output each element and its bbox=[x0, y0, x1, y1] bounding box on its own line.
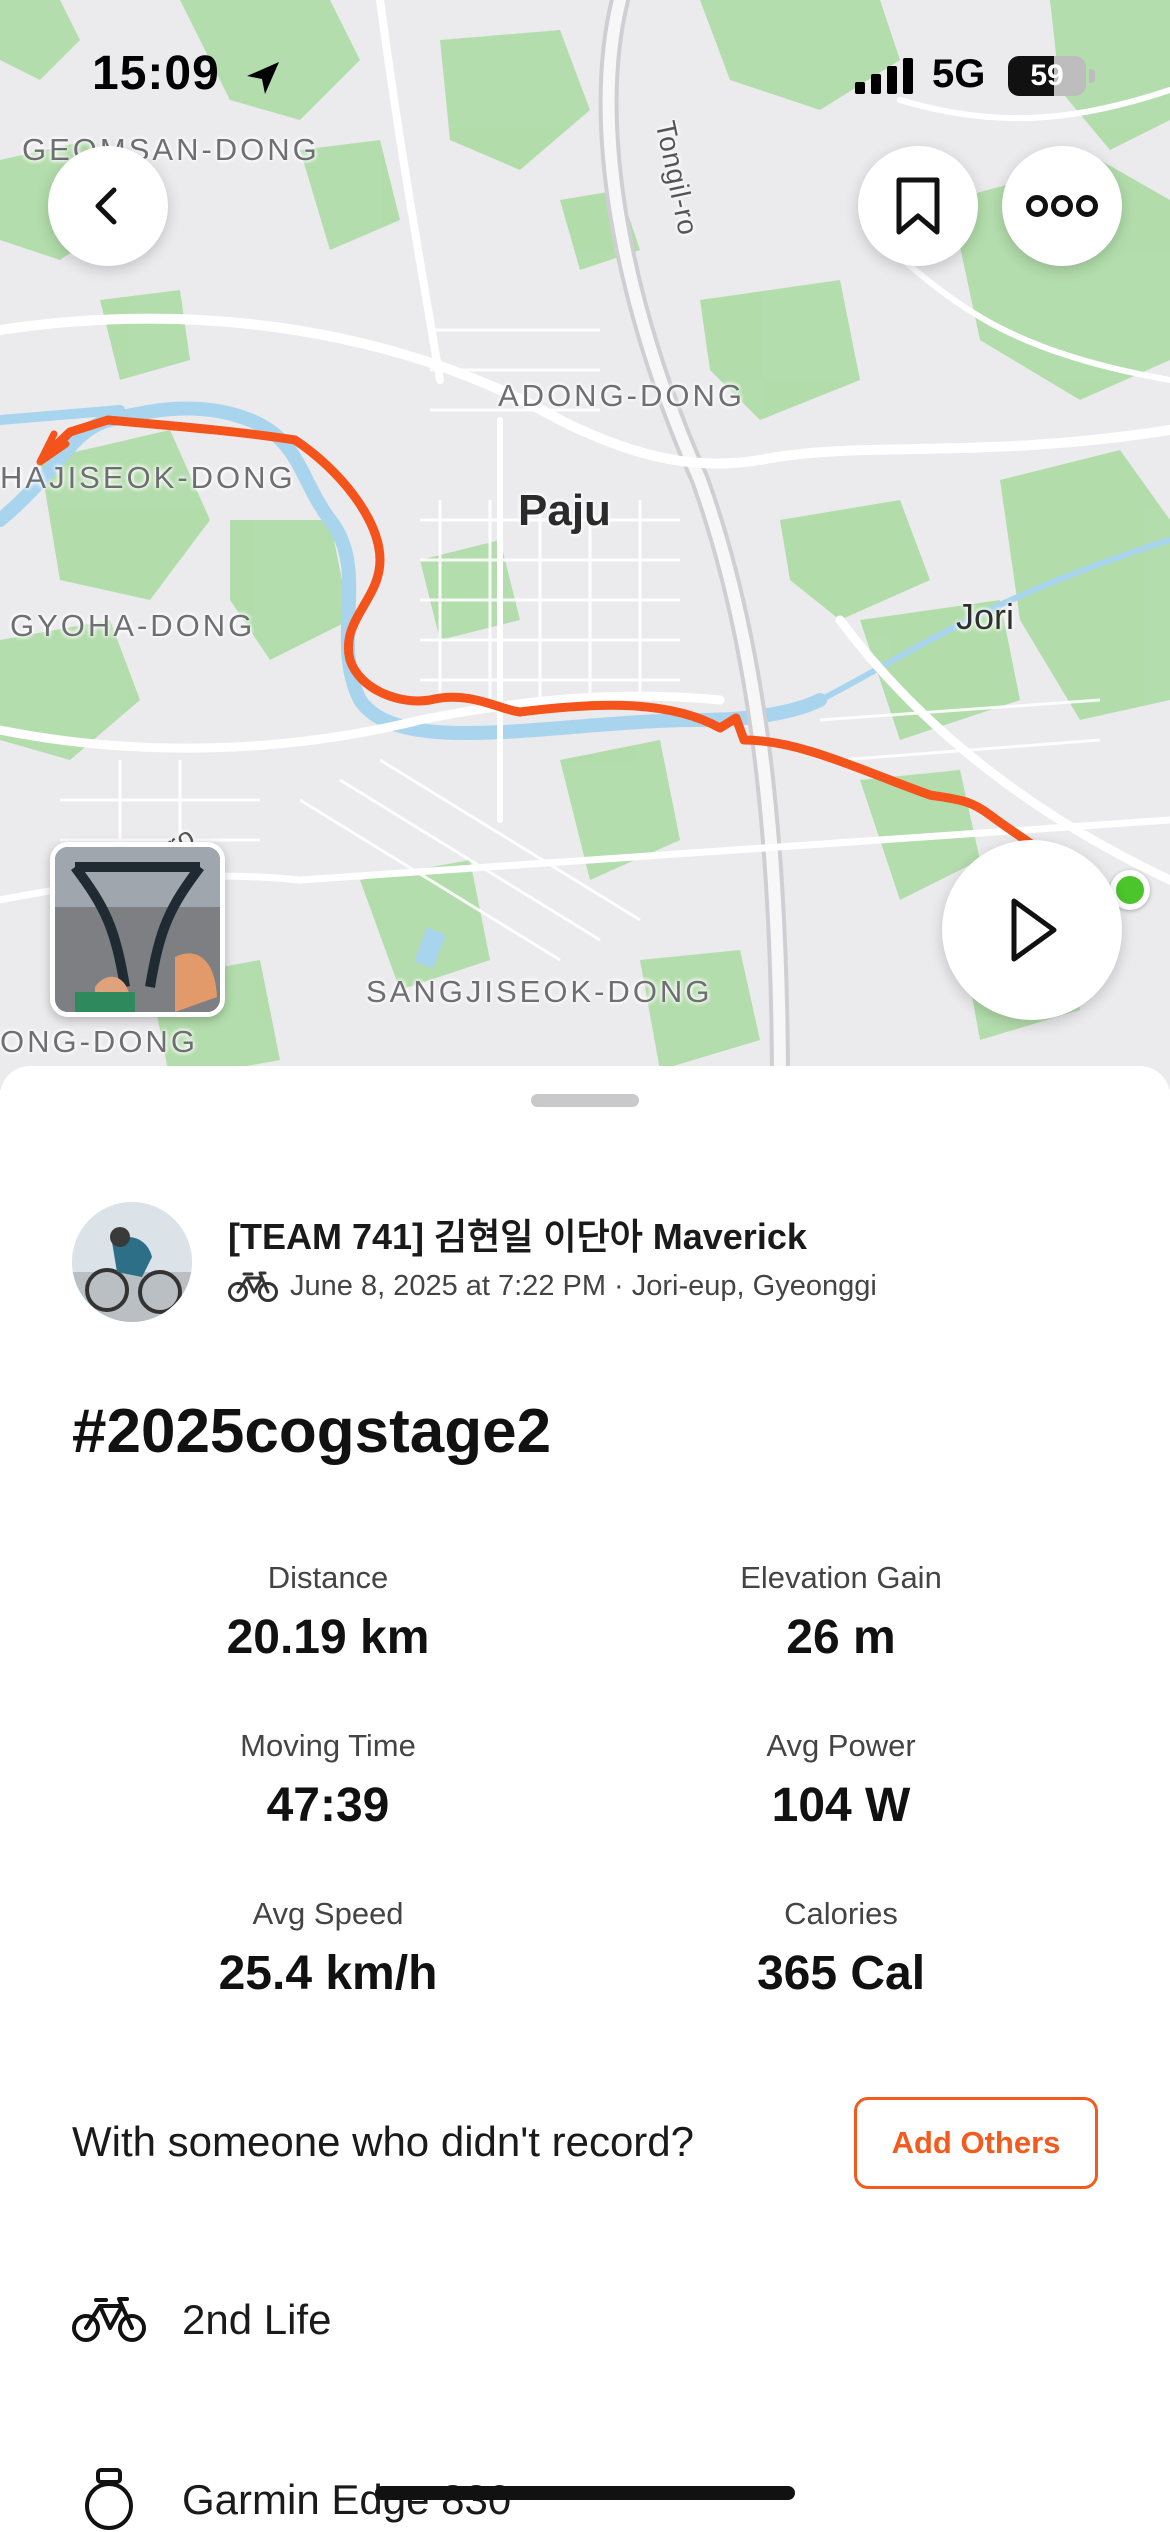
activity-details-sheet: [TEAM 741] 김현일 이단아 Maverick June 8, 2025… bbox=[0, 1066, 1170, 2532]
stat-label: Avg Power bbox=[766, 1728, 916, 1763]
stat-value: 365 Cal bbox=[756, 1947, 926, 2000]
athlete-avatar[interactable] bbox=[72, 1202, 192, 1322]
add-others-button[interactable]: Add Others bbox=[854, 2097, 1098, 2189]
stat-label: Moving Time bbox=[240, 1728, 416, 1763]
stat-avg-power: Avg Power 104 W bbox=[641, 1728, 1041, 1833]
map-label: ONG-DONG bbox=[0, 1024, 198, 1059]
stat-value: 20.19 km bbox=[226, 1611, 430, 1664]
save-route-button[interactable] bbox=[858, 146, 978, 266]
bicycle-icon bbox=[228, 1271, 278, 1302]
route-map[interactable]: GEOMSAN-DONG ADONG-DONG Paju HAJISEOK-DO… bbox=[0, 0, 1170, 1090]
stat-value: 104 W bbox=[771, 1779, 911, 1832]
chevron-left-icon bbox=[95, 187, 117, 225]
stat-label: Elevation Gain bbox=[740, 1560, 942, 1595]
stat-calories: Calories 365 Cal bbox=[641, 1896, 1041, 2001]
location-arrow-icon bbox=[247, 62, 279, 94]
battery-icon: 59 bbox=[1008, 56, 1086, 96]
more-options-button[interactable] bbox=[1002, 146, 1122, 266]
play-flyover-button[interactable] bbox=[942, 840, 1122, 1020]
map-label: ADONG-DONG bbox=[498, 378, 745, 413]
activity-meta: June 8, 2025 at 7:22 PM · Jori-eup, Gyeo… bbox=[228, 1270, 877, 1303]
status-bar: 15:09 5G 59 bbox=[0, 0, 1170, 150]
bike-name: 2nd Life bbox=[182, 2296, 332, 2343]
more-dots-icon bbox=[1026, 195, 1098, 217]
stat-distance: Distance 20.19 km bbox=[128, 1560, 528, 1665]
map-label-town: Jori bbox=[956, 596, 1015, 637]
device-name: Garmin Edge 830 bbox=[182, 2476, 512, 2523]
network-type: 5G bbox=[932, 52, 986, 96]
back-button[interactable] bbox=[48, 146, 168, 266]
stat-avg-speed: Avg Speed 25.4 km/h bbox=[128, 1896, 528, 2001]
athlete-name[interactable]: [TEAM 741] 김현일 이단아 Maverick bbox=[228, 1208, 807, 1260]
add-others-prompt: With someone who didn't record? bbox=[72, 2118, 695, 2165]
cellular-signal-icon bbox=[855, 58, 913, 94]
battery-cap bbox=[1089, 69, 1095, 83]
activity-date-location: June 8, 2025 at 7:22 PM · Jori-eup, Gyeo… bbox=[290, 1270, 877, 1302]
bicycle-icon bbox=[72, 2297, 146, 2342]
watch-icon bbox=[85, 2468, 133, 2530]
stat-elevation-gain: Elevation Gain 26 m bbox=[641, 1560, 1041, 1665]
stat-value: 26 m bbox=[786, 1611, 896, 1664]
status-time: 15:09 bbox=[92, 47, 220, 100]
stat-value: 25.4 km/h bbox=[218, 1947, 438, 2000]
stat-value: 47:39 bbox=[266, 1779, 390, 1832]
map-label: GYOHA-DONG bbox=[10, 608, 256, 643]
map-label: HAJISEOK-DONG bbox=[0, 460, 296, 495]
activity-photo-thumbnail[interactable] bbox=[50, 842, 225, 1017]
map-label-city: Paju bbox=[518, 486, 611, 535]
bookmark-icon bbox=[896, 177, 940, 235]
sheet-grabber[interactable] bbox=[531, 1094, 639, 1107]
home-indicator[interactable] bbox=[375, 2486, 795, 2500]
map-label: SANGJISEOK-DONG bbox=[366, 974, 713, 1009]
bike-gear-row[interactable]: 2nd Life bbox=[72, 2296, 331, 2344]
play-icon bbox=[1011, 898, 1057, 962]
battery-level: 59 bbox=[1030, 59, 1064, 92]
stat-moving-time: Moving Time 47:39 bbox=[128, 1728, 528, 1833]
stat-label: Distance bbox=[267, 1560, 389, 1595]
stat-label: Avg Speed bbox=[252, 1896, 404, 1931]
activity-title: #2025cogstage2 bbox=[72, 1397, 552, 1466]
stat-label: Calories bbox=[784, 1896, 898, 1931]
device-row[interactable]: Garmin Edge 830 bbox=[72, 2468, 511, 2532]
